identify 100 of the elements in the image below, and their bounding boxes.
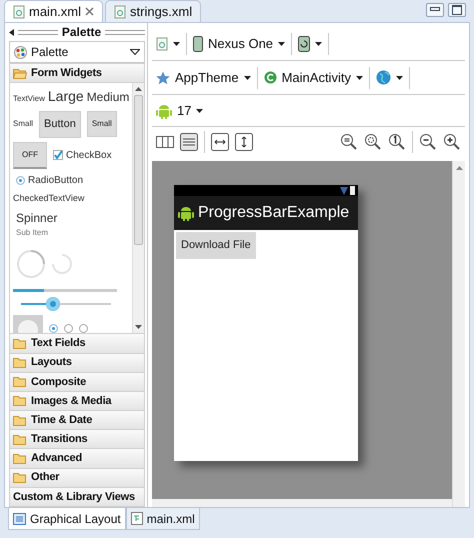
caret-icon <box>244 76 251 80</box>
api-level-dropdown[interactable]: 17 <box>156 100 204 120</box>
caret-icon <box>173 42 180 46</box>
stacked-icon <box>180 133 198 151</box>
fill-height-icon <box>235 133 253 151</box>
sample-button[interactable]: Button <box>39 111 81 138</box>
editor-tab[interactable]: main.xml <box>4 0 104 22</box>
folder-icon <box>13 338 27 349</box>
caret-icon <box>396 76 403 80</box>
panel-title: Palette <box>62 24 102 41</box>
caret-icon <box>315 42 322 46</box>
theme-dropdown[interactable]: AppTheme <box>156 68 251 88</box>
scroll-up-icon <box>456 166 462 170</box>
radio-button[interactable] <box>49 324 58 333</box>
scrollbar[interactable] <box>452 161 465 507</box>
zoom-fit-icon <box>340 133 358 151</box>
zoom-real-icon <box>364 133 382 151</box>
text-sample: Medium <box>86 89 130 106</box>
globe-icon <box>376 70 391 85</box>
palette-category[interactable]: Custom & Library Views <box>9 486 145 507</box>
palette-category[interactable]: Advanced <box>9 448 145 469</box>
activity-dropdown[interactable]: MainActivity <box>264 68 363 88</box>
layout-file-dropdown[interactable] <box>156 36 180 50</box>
text-sample: CheckedTextView <box>13 192 86 205</box>
zoom-actual-icon <box>388 133 406 151</box>
palette-icon <box>14 46 27 58</box>
scroll-up-icon <box>135 87 142 92</box>
stacked-button[interactable] <box>180 133 198 151</box>
collapse-icon[interactable] <box>9 28 14 36</box>
scrollbar[interactable] <box>152 499 452 507</box>
spinner-drawing <box>16 249 46 280</box>
folder-icon <box>13 357 27 368</box>
palette-category[interactable]: Text Fields <box>9 333 145 354</box>
phone-icon <box>193 36 203 52</box>
checkbox[interactable] <box>53 150 63 160</box>
palette-category[interactable]: Layouts <box>9 352 145 373</box>
fill-height-button[interactable] <box>235 133 253 151</box>
minimize-icon <box>430 5 440 11</box>
class-icon <box>264 71 277 84</box>
rotate-icon <box>298 36 310 52</box>
radio-label: RadioButton <box>28 174 84 188</box>
maximize-button[interactable] <box>448 3 466 17</box>
download-button[interactable]: Download File <box>176 232 256 258</box>
editor-tab[interactable]: Graphical Layout <box>8 508 126 530</box>
locale-dropdown[interactable] <box>376 70 403 85</box>
caret-icon <box>196 108 204 112</box>
side-by-side-icon <box>156 133 174 151</box>
android-icon <box>156 102 172 118</box>
spinner-label: Spinner <box>16 210 58 228</box>
checkbox-label: CheckBox <box>66 148 112 163</box>
spinner-drawing <box>52 254 72 274</box>
zoom-actual-button[interactable] <box>388 133 406 151</box>
palette-category[interactable]: Composite <box>9 372 145 392</box>
fill-width-button[interactable] <box>211 133 229 151</box>
caret-icon <box>130 49 140 55</box>
radio-button[interactable] <box>64 324 73 333</box>
folder-icon <box>13 414 27 426</box>
fill-width-icon <box>211 133 229 151</box>
file-icon <box>114 4 126 18</box>
editor-tab[interactable]: main.xml <box>126 508 200 530</box>
radio-button[interactable] <box>79 324 88 333</box>
spinner-sub-label: Sub Item <box>16 227 48 240</box>
zoom-real-button[interactable] <box>364 133 382 151</box>
zoom-out-icon <box>419 133 437 151</box>
maximize-icon <box>452 5 462 15</box>
device-dropdown[interactable]: Nexus One <box>193 34 286 54</box>
caret-icon <box>356 76 363 80</box>
seekbar-thumb[interactable] <box>46 297 60 312</box>
zoom-in-icon <box>443 133 461 151</box>
radio-button[interactable] <box>16 176 25 185</box>
app-title: ProgressBarExample <box>198 203 350 223</box>
palette-category[interactable]: Transitions <box>9 429 145 450</box>
zoom-fit-button[interactable] <box>340 133 358 151</box>
close-icon[interactable] <box>85 7 94 16</box>
orientation-dropdown[interactable] <box>298 36 322 52</box>
minimize-button[interactable] <box>426 3 444 17</box>
editor-tab[interactable]: strings.xml <box>105 0 202 22</box>
android-icon <box>178 205 194 221</box>
palette-category[interactable]: Images & Media <box>9 390 145 412</box>
folder-icon <box>13 395 27 406</box>
folder-icon <box>13 472 27 484</box>
text-sample: TextView <box>13 93 45 106</box>
sample-button[interactable]: Small <box>86 111 117 138</box>
text-sample: Small <box>13 118 34 130</box>
palette-dropdown[interactable]: Palette <box>9 41 145 63</box>
zoom-in-button[interactable] <box>443 133 461 151</box>
folder-icon <box>13 376 27 388</box>
side-by-side-button[interactable] <box>156 133 174 151</box>
scrollbar[interactable] <box>132 83 144 334</box>
palette-category[interactable]: Other <box>9 468 145 488</box>
scroll-down-icon <box>135 325 142 330</box>
xml-file-icon <box>130 512 143 525</box>
zoom-out-button[interactable] <box>419 133 437 151</box>
battery-icon <box>350 186 355 195</box>
toggle-button[interactable]: OFF <box>13 142 47 169</box>
star-icon <box>156 70 170 84</box>
palette-category[interactable]: Form Widgets <box>9 63 145 84</box>
text-sample: Large <box>48 87 84 106</box>
open-folder-icon <box>13 68 27 79</box>
palette-category[interactable]: Time & Date <box>9 410 145 430</box>
